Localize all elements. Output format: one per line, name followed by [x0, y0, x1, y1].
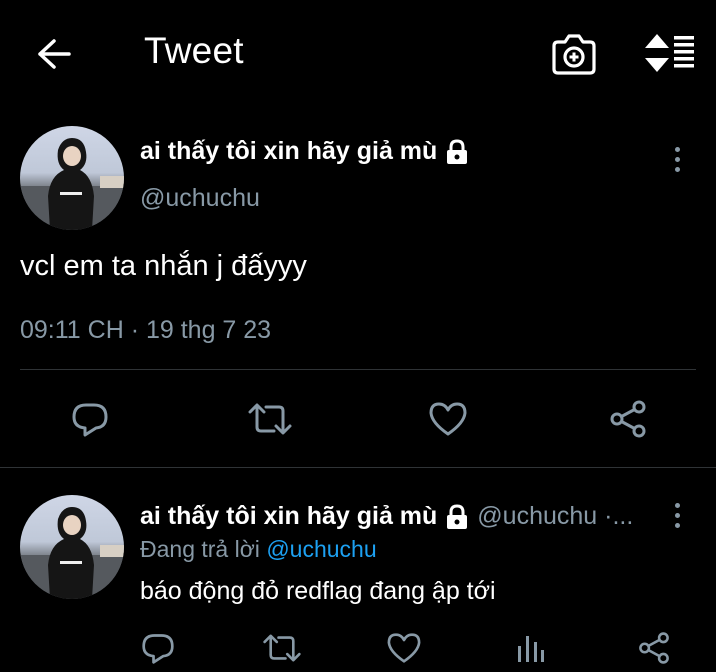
- lock-icon: [447, 138, 468, 164]
- tweet-timestamp[interactable]: 09:11 CH · 19 thg 7 23: [20, 316, 271, 345]
- author-name[interactable]: ai thấy tôi xin hãy giả mù: [140, 137, 469, 166]
- camera-plus-icon: [552, 34, 596, 75]
- reply-like-button[interactable]: [384, 628, 424, 668]
- reply-avatar[interactable]: [20, 495, 124, 599]
- replying-prefix: Đang trả lời: [140, 536, 260, 562]
- reply-author-name[interactable]: ai thấy tôi xin hãy giả mù @uchuchu ·...: [140, 502, 633, 531]
- analytics-icon: [518, 636, 544, 662]
- reply-reply-button[interactable]: [138, 628, 178, 668]
- reply-icon: [72, 403, 108, 437]
- tweet-text: vcl em ta nhắn j đấyyy: [20, 250, 307, 282]
- arrow-left-icon: [38, 39, 71, 69]
- mention-link[interactable]: @uchuchu: [266, 536, 376, 562]
- page-title: Tweet: [144, 30, 244, 71]
- retweet-icon: [248, 403, 292, 435]
- reply-more-options-button[interactable]: [667, 498, 687, 532]
- like-icon: [429, 402, 467, 436]
- reply-handle-time: @uchuchu ·...: [477, 502, 634, 530]
- sort-icon: [645, 34, 694, 72]
- reply-share-button[interactable]: [634, 628, 674, 668]
- reply-button[interactable]: [68, 398, 112, 440]
- retweet-button[interactable]: [246, 398, 294, 440]
- share-icon: [610, 400, 646, 438]
- back-button[interactable]: [30, 34, 78, 74]
- more-dot-icon: [674, 502, 680, 508]
- reply-text: báo động đỏ redflag đang ập tới: [140, 577, 496, 605]
- more-options-button[interactable]: [667, 142, 687, 176]
- reply-display-name: ai thấy tôi xin hãy giả mù: [140, 502, 438, 530]
- lock-icon: [447, 503, 468, 529]
- more-dot-icon: [674, 146, 680, 152]
- reply-analytics-button[interactable]: [510, 628, 550, 668]
- avatar[interactable]: [20, 126, 124, 230]
- author-handle[interactable]: @uchuchu: [140, 184, 260, 213]
- divider: [0, 467, 716, 468]
- reply-retweet-button[interactable]: [260, 628, 304, 668]
- share-button[interactable]: [606, 398, 650, 440]
- replying-to: Đang trả lời @uchuchu: [140, 536, 377, 563]
- author-display-name: ai thấy tôi xin hãy giả mù: [140, 137, 438, 165]
- sort-button[interactable]: [640, 30, 700, 76]
- like-button[interactable]: [426, 398, 470, 440]
- like-icon: [387, 633, 421, 663]
- reply-icon: [142, 634, 174, 664]
- retweet-icon: [263, 634, 301, 662]
- divider: [20, 369, 696, 370]
- camera-button[interactable]: [550, 33, 598, 75]
- share-icon: [639, 632, 669, 664]
